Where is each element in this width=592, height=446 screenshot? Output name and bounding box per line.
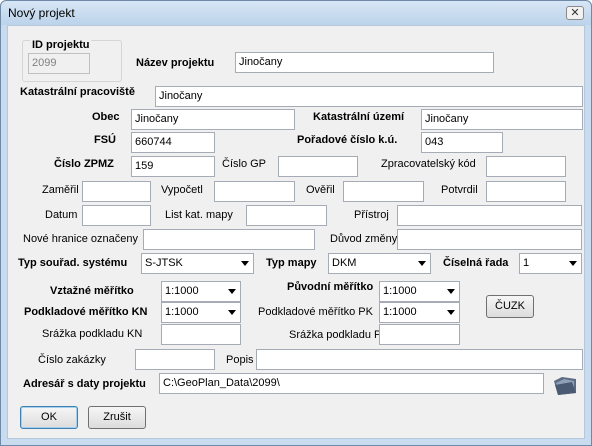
puvodni-meritko-label: Původní měřítko: [287, 281, 374, 293]
pristroj-label: Přístroj: [354, 209, 389, 221]
overil-label: Ověřil: [306, 184, 335, 196]
typ-souradnic-select[interactable]: S-JTSK: [141, 253, 254, 274]
vypocetl-field[interactable]: [214, 181, 295, 202]
poradove-cislo-field[interactable]: 043: [421, 132, 503, 153]
katastralni-pracoviste-field[interactable]: Jinočany: [155, 86, 583, 107]
podkladove-meritko-pk-label: Podkladové měřítko PK: [258, 306, 373, 318]
obec-label: Obec: [92, 111, 120, 123]
list-kat-mapy-label: List kat. mapy: [165, 209, 233, 221]
podkladove-meritko-kn-label: Podkladové měřítko KN: [24, 306, 148, 318]
srazka-podkladu-kn-field[interactable]: [161, 324, 241, 345]
cislo-gp-field[interactable]: [278, 156, 358, 177]
browse-folder-button[interactable]: [552, 373, 578, 397]
zameril-label: Zaměřil: [42, 184, 79, 196]
overil-field[interactable]: [343, 181, 424, 202]
katastralni-pracoviste-label: Katastrální pracoviště: [20, 86, 135, 98]
cislo-zakazky-field[interactable]: [135, 349, 215, 370]
zpracovatelsky-kod-field[interactable]: [486, 156, 566, 177]
potvrdil-field[interactable]: [486, 181, 566, 202]
datum-label: Datum: [45, 209, 78, 221]
fsu-field[interactable]: 660744: [131, 132, 215, 153]
puvodni-meritko-value: 1:1000: [383, 285, 417, 297]
id-projektu-label: ID projektu: [30, 39, 92, 51]
ciselna-rada-label: Číselná řada: [443, 257, 509, 269]
podkladove-meritko-pk-value: 1:1000: [383, 306, 417, 318]
cislo-zpmz-field[interactable]: 159: [131, 156, 215, 177]
ciselna-rada-select[interactable]: 1: [519, 253, 582, 274]
typ-mapy-select[interactable]: DKM: [328, 253, 431, 274]
poradove-cislo-label: Pořadové číslo k.ú.: [297, 134, 398, 146]
podkladove-meritko-kn-value: 1:1000: [165, 306, 199, 318]
chevron-down-icon: [447, 289, 455, 294]
dialog-client: ID projektu 2099 Název projektu Jinočany…: [7, 25, 585, 439]
chevron-down-icon: [241, 261, 249, 266]
nazev-projektu-field[interactable]: Jinočany: [235, 52, 494, 73]
obec-field[interactable]: Jinočany: [131, 109, 295, 130]
ciselna-rada-value: 1: [523, 257, 530, 269]
podkladove-meritko-kn-select[interactable]: 1:1000: [161, 302, 241, 323]
duvod-zmeny-field[interactable]: [397, 229, 582, 250]
cancel-button[interactable]: Zrušit: [88, 406, 146, 429]
zameril-field[interactable]: [82, 181, 151, 202]
popis-field[interactable]: [256, 349, 583, 370]
pristroj-field[interactable]: [397, 205, 582, 226]
title-bar: Nový projekt ✕: [1, 1, 591, 25]
typ-mapy-value: DKM: [332, 257, 357, 269]
adresar-field[interactable]: C:\GeoPlan_Data\2099\: [159, 373, 544, 394]
srazka-podkladu-pk-field[interactable]: [379, 324, 460, 345]
podkladove-meritko-pk-select[interactable]: 1:1000: [379, 302, 460, 323]
nove-hranice-field[interactable]: [143, 229, 315, 250]
zpracovatelsky-kod-label: Zpracovatelský kód: [381, 158, 476, 170]
srazka-podkladu-kn-label: Srážka podkladu KN: [42, 328, 143, 340]
chevron-down-icon: [447, 310, 455, 315]
nove-hranice-label: Nové hranice označeny: [23, 233, 138, 245]
potvrdil-label: Potvrdil: [441, 184, 478, 196]
dialog-window: Nový projekt ✕ ID projektu 2099 Název pr…: [0, 0, 592, 446]
vztazne-meritko-label: Vztažné měřítko: [50, 285, 134, 297]
katastralni-uzemi-field[interactable]: Jinočany: [421, 109, 583, 130]
datum-field[interactable]: [82, 205, 151, 226]
chevron-down-icon: [228, 289, 236, 294]
chevron-down-icon: [418, 261, 426, 266]
vztazne-meritko-value: 1:1000: [165, 285, 199, 297]
ok-button[interactable]: OK: [20, 406, 78, 429]
typ-souradnic-value: S-JTSK: [145, 257, 183, 269]
cuzk-button[interactable]: ČUZK: [486, 295, 534, 318]
id-projektu-field: 2099: [28, 53, 90, 74]
vypocetl-label: Vypočetl: [161, 184, 203, 196]
adresar-label: Adresář s daty projektu: [23, 378, 146, 390]
close-button[interactable]: ✕: [566, 6, 584, 20]
close-icon: ✕: [570, 7, 580, 19]
duvod-zmeny-label: Důvod změny: [330, 233, 398, 245]
chevron-down-icon: [228, 310, 236, 315]
typ-souradnic-label: Typ souřad. systému: [18, 257, 128, 269]
list-kat-mapy-field[interactable]: [246, 205, 327, 226]
cislo-zakazky-label: Číslo zakázky: [38, 354, 106, 366]
puvodni-meritko-select[interactable]: 1:1000: [379, 281, 460, 302]
window-title: Nový projekt: [8, 6, 75, 20]
srazka-podkladu-pk-label: Srážka podkladu PK: [289, 329, 389, 341]
nazev-projektu-label: Název projektu: [136, 57, 215, 69]
katastralni-uzemi-label: Katastrální území: [313, 111, 405, 123]
fsu-label: FSÚ: [94, 134, 116, 146]
cislo-gp-label: Číslo GP: [222, 158, 267, 170]
vztazne-meritko-select[interactable]: 1:1000: [161, 281, 241, 302]
popis-label: Popis: [226, 354, 254, 366]
folder-icon: [554, 377, 576, 395]
cislo-zpmz-label: Číslo ZPMZ: [54, 158, 114, 170]
chevron-down-icon: [569, 261, 577, 266]
typ-mapy-label: Typ mapy: [266, 257, 317, 269]
